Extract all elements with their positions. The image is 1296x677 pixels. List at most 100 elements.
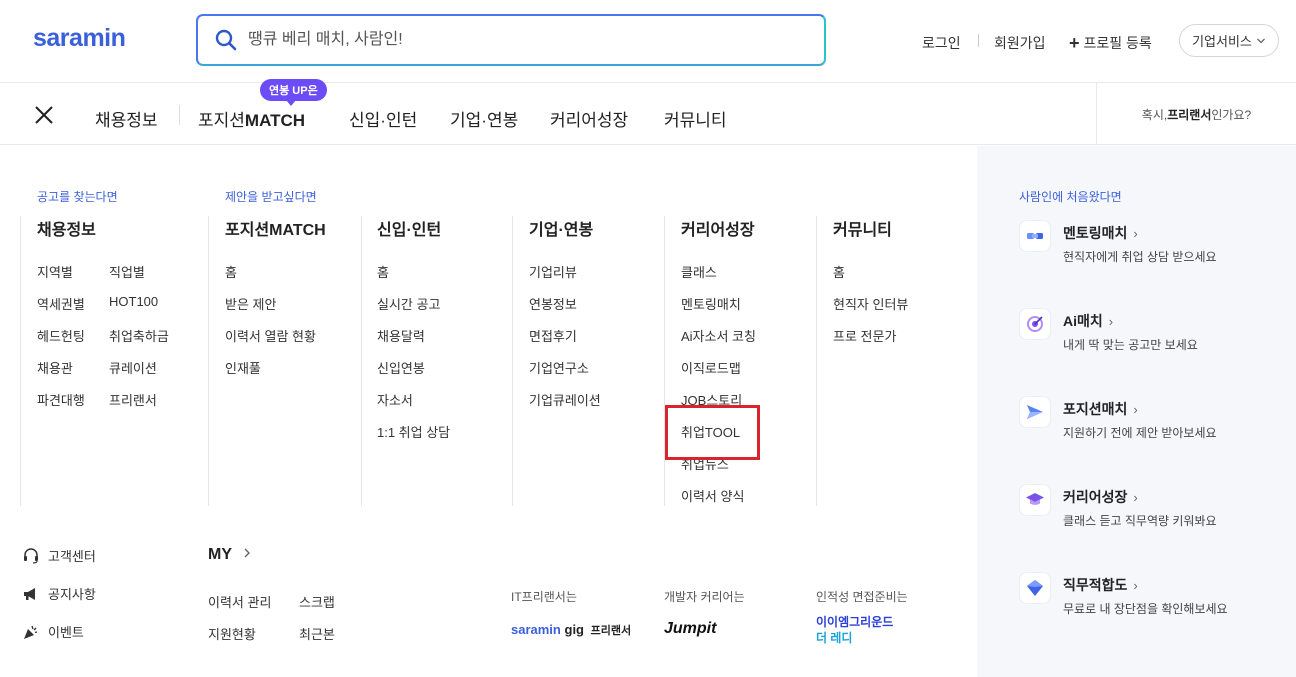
recent-viewed-link[interactable]: 최근본 xyxy=(299,624,335,643)
menu-link[interactable]: 연봉정보 xyxy=(529,294,577,313)
my-title[interactable]: MY xyxy=(208,546,252,564)
career-growth-card[interactable]: 커리어성장 › 클래스 듣고 직무역량 키워봐요 xyxy=(1019,484,1279,534)
menu-link[interactable]: 이직로드맵 xyxy=(681,358,741,377)
column-title-career[interactable]: 커리어성장 xyxy=(681,216,755,240)
menu-link[interactable]: 기업큐레이션 xyxy=(529,390,601,409)
nav-position-match[interactable]: 포지션MATCH xyxy=(198,106,305,131)
menu-link[interactable]: 채용관 xyxy=(37,358,73,377)
menu-link[interactable]: 홈 xyxy=(377,262,389,281)
nav-jobs[interactable]: 채용정보 xyxy=(95,106,158,131)
column-title-newcomer[interactable]: 신입·인턴 xyxy=(377,216,441,240)
freelancer-prompt[interactable]: 혹시, 프리랜서 인가요? xyxy=(1096,83,1296,145)
rp-title-text: Ai매치 xyxy=(1063,313,1103,329)
chevron-right-icon: › xyxy=(1133,578,1138,593)
menu-link[interactable]: 헤드헌팅 xyxy=(37,326,85,345)
promo-label-it: IT프리랜서는 xyxy=(511,590,577,604)
gig-logo-part-c: 프리랜서 xyxy=(590,625,632,637)
menu-link[interactable]: 기업연구소 xyxy=(529,358,589,377)
jumpit-logo[interactable]: Jumpit xyxy=(664,620,716,638)
position-match-card[interactable]: 포지션매치 › 지원하기 전에 제안 받아보세요 xyxy=(1019,396,1279,446)
saramin-gig-logo[interactable]: saramin gig 프리랜서 xyxy=(511,622,631,638)
customer-center-label: 고객센터 xyxy=(48,549,96,564)
rp-title-text: 직무적합도 xyxy=(1063,577,1128,593)
menu-link[interactable]: 이력서 양식 xyxy=(681,486,744,505)
menu-link[interactable]: 1:1 취업 상담 xyxy=(377,422,450,441)
column-title-company[interactable]: 기업·연봉 xyxy=(529,216,593,240)
nav-career-growth[interactable]: 커리어성장 xyxy=(550,106,628,131)
column-divider xyxy=(208,216,209,506)
menu-link[interactable]: 파견대행 xyxy=(37,390,85,409)
menu-link[interactable]: 면접후기 xyxy=(529,326,577,345)
business-service-label: 기업서비스 xyxy=(1192,34,1252,49)
onboarding-panel: 사람인에 처음왔다면 멘토링매치 › 현직자에게 취업 상담 받으세요 Ai매치 ›… xyxy=(977,146,1296,677)
rp-item-title: Ai매치 › xyxy=(1063,311,1113,331)
gig-logo-part-a: saramin xyxy=(511,622,561,637)
signup-link[interactable]: 회원가입 xyxy=(994,33,1046,53)
menu-link[interactable]: 기업리뷰 xyxy=(529,262,577,281)
menu-link[interactable]: HOT100 xyxy=(109,294,158,309)
customer-center-link[interactable]: 고객센터 xyxy=(22,546,96,565)
freelancer-prefix: 혹시, xyxy=(1141,107,1168,122)
party-popper-icon xyxy=(24,625,38,639)
nav-company-salary[interactable]: 기업·연봉 xyxy=(450,106,518,131)
ready-logo-line1: 이이엠그리운드 xyxy=(816,615,894,629)
menu-link[interactable]: Ai자소서 코칭 xyxy=(681,326,756,345)
ai-match-card[interactable]: Ai매치 › 내게 딱 맞는 공고만 보세요 xyxy=(1019,308,1279,358)
saramin-logo[interactable]: saramin xyxy=(33,24,126,53)
search-box[interactable] xyxy=(196,14,826,66)
menu-link[interactable]: 인재풀 xyxy=(225,358,261,377)
the-ready-logo[interactable]: 이이엠그리운드 더 레디 xyxy=(816,614,893,646)
menu-link[interactable]: 신입연봉 xyxy=(377,358,425,377)
column-divider xyxy=(361,216,362,506)
rp-item-desc: 현직자에게 취업 상담 받으세요 xyxy=(1063,250,1217,264)
menu-link[interactable]: 취업축하금 xyxy=(109,326,169,345)
column-title-community[interactable]: 커뮤니티 xyxy=(833,216,892,240)
event-label: 이벤트 xyxy=(48,625,84,640)
login-link[interactable]: 로그인 xyxy=(922,33,961,53)
menu-link[interactable]: 자소서 xyxy=(377,390,413,409)
freelancer-bold: 프리랜서 xyxy=(1167,107,1212,122)
scrap-link[interactable]: 스크랩 xyxy=(299,592,335,611)
chevron-right-icon: › xyxy=(1133,490,1138,505)
notice-link[interactable]: 공지사항 xyxy=(22,584,96,603)
menu-link[interactable]: 지역별 xyxy=(37,262,73,281)
mentoring-match-card[interactable]: 멘토링매치 › 현직자에게 취업 상담 받으세요 xyxy=(1019,220,1279,270)
rp-title-text: 멘토링매치 xyxy=(1063,225,1128,241)
util-divider xyxy=(978,34,979,47)
chevron-right-icon: › xyxy=(1108,314,1114,329)
application-status-link[interactable]: 지원현황 xyxy=(208,624,256,643)
menu-link[interactable]: 클래스 xyxy=(681,262,717,281)
menu-link[interactable]: 홈 xyxy=(225,262,237,281)
search-input[interactable] xyxy=(248,28,808,52)
column-title-position-match[interactable]: 포지션MATCH xyxy=(225,216,326,240)
graduation-cap-icon xyxy=(1019,484,1051,516)
menu-link[interactable]: 채용달력 xyxy=(377,326,425,345)
menu-link[interactable]: 현직자 인터뷰 xyxy=(833,294,908,313)
menu-link[interactable]: 프로 전문가 xyxy=(833,326,896,345)
menu-link[interactable]: 직업별 xyxy=(109,262,145,281)
resume-manage-link[interactable]: 이력서 관리 xyxy=(208,592,271,611)
business-service-button[interactable]: 기업서비스 xyxy=(1179,24,1279,57)
mega-menu: 공고를 찾는다면 제안을 받고싶다면 채용정보 지역별 직업별 역세권별 HOT… xyxy=(0,146,977,677)
search-icon[interactable] xyxy=(214,28,238,52)
profile-register-link[interactable]: + 프로필 등록 xyxy=(1069,33,1152,54)
onboarding-label: 사람인에 처음왔다면 xyxy=(1019,190,1122,204)
salary-up-badge: 연봉 UP은 xyxy=(260,79,327,106)
main-nav: 채용정보 연봉 UP은 포지션MATCH 신입·인턴 기업·연봉 커리어성장 커… xyxy=(0,79,1296,145)
job-fit-card[interactable]: 직무적합도 › 무료로 내 장단점을 확인해보세요 xyxy=(1019,572,1279,622)
menu-link[interactable]: 받은 제안 xyxy=(225,294,276,313)
column-title-jobs[interactable]: 채용정보 xyxy=(37,216,96,240)
menu-link[interactable]: 역세권별 xyxy=(37,294,85,313)
menu-link[interactable]: 프리랜서 xyxy=(109,390,157,409)
nav-community[interactable]: 커뮤니티 xyxy=(664,106,727,131)
event-link[interactable]: 이벤트 xyxy=(22,622,84,641)
nav-newcomer-intern[interactable]: 신입·인턴 xyxy=(349,106,417,131)
menu-link[interactable]: 멘토링매치 xyxy=(681,294,741,313)
freelancer-suffix: 인가요? xyxy=(1211,107,1252,122)
gem-icon xyxy=(1019,572,1051,604)
menu-link[interactable]: 실시간 공고 xyxy=(377,294,440,313)
menu-link[interactable]: 이력서 열람 현황 xyxy=(225,326,316,345)
menu-link[interactable]: 큐레이션 xyxy=(109,358,157,377)
close-icon[interactable] xyxy=(34,105,54,125)
menu-link[interactable]: 홈 xyxy=(833,262,845,281)
